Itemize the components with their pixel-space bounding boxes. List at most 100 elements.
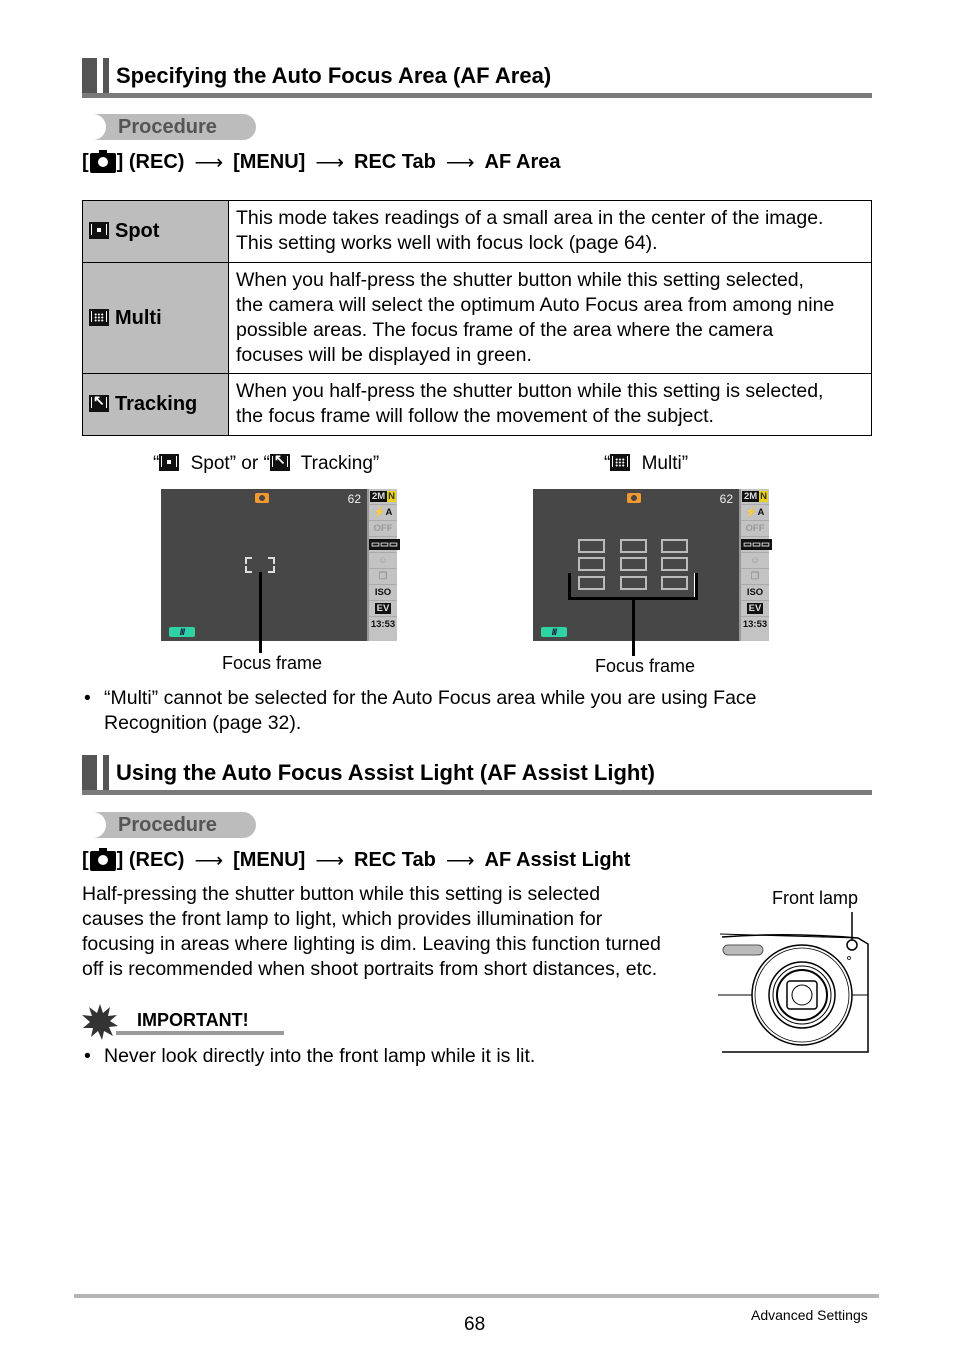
table-row: Spot This mode takes readings of a small…	[82, 200, 872, 263]
focus-area	[578, 557, 605, 571]
iso-icon: ISO	[741, 585, 769, 601]
camera-front-illustration	[718, 912, 869, 1053]
spot-focus-frame	[245, 557, 275, 573]
af-assist-description: Half-pressing the shutter button while t…	[82, 883, 661, 980]
focus-area	[620, 539, 647, 553]
spot-icon	[159, 454, 180, 471]
leader-line	[695, 573, 698, 600]
procedure-label: Procedure	[118, 814, 217, 836]
arrow-icon: ⟶	[445, 850, 475, 872]
caption-multi: “ Multi”	[604, 453, 689, 474]
flash-icon: ⚡A	[741, 505, 769, 521]
focus-area	[578, 576, 605, 590]
arrow-icon: ⟶	[315, 850, 344, 872]
focus-area	[661, 539, 688, 553]
path-step-menu: [MENU]	[233, 849, 306, 871]
option-description: When you half-press the shutter button w…	[228, 262, 872, 374]
section-title: Using the Auto Focus Assist Light (AF As…	[116, 760, 655, 785]
procedure-label: Procedure	[118, 116, 217, 138]
lcd-side-panel: 2MN ⚡A OFF A ▭▭▭ ☺ ❐ ISO EV 13:53	[367, 489, 400, 641]
focus-area	[661, 576, 688, 590]
procedure-badge: Procedure	[84, 812, 256, 838]
focus-area	[661, 557, 688, 571]
continuous-shoot-icon: ❐	[369, 569, 397, 585]
battery-icon: ///	[169, 627, 195, 637]
ev-icon: EV	[369, 601, 397, 617]
self-timer-off-icon: OFF A	[369, 521, 397, 549]
camera-mode-icon	[627, 493, 641, 503]
camera-icon	[89, 149, 116, 173]
option-description: This mode takes readings of a small area…	[228, 200, 872, 263]
camera-icon	[89, 847, 116, 871]
lcd-screen-multi: 62 /// 2MN ⚡A OFF A ▭▭▭ ☺ ❐ ISO EV 13:53	[533, 489, 772, 641]
flash-window	[722, 944, 764, 956]
image-size-icon: 2M N	[741, 489, 769, 505]
warning-burst-icon	[82, 1004, 118, 1040]
footer-rule	[74, 1294, 879, 1298]
section-title: Specifying the Auto Focus Area (AF Area)	[116, 63, 552, 88]
shots-remaining: 62	[719, 492, 733, 506]
path-step-menu: [MENU]	[233, 151, 306, 173]
footer-section-name: Advanced Settings	[751, 1307, 868, 1323]
menu-path: [ ] (REC) ⟶ [MENU] ⟶ REC Tab ⟶ AF Assist…	[82, 847, 631, 872]
arrow-icon: ⟶	[194, 850, 224, 872]
ev-icon: EV	[741, 601, 769, 617]
lcd-side-panel: 2MN ⚡A OFF A ▭▭▭ ☺ ❐ ISO EV 13:53	[739, 489, 772, 641]
procedure-badge: Procedure	[84, 114, 256, 140]
arrow-icon: ⟶	[194, 152, 224, 174]
clock-time: 13:53	[742, 619, 768, 630]
path-step-rec: ] (REC)	[116, 849, 185, 871]
important-label: IMPORTANT!	[137, 1010, 249, 1030]
front-lamp-icon	[846, 939, 858, 951]
page-number: 68	[464, 1314, 486, 1335]
arrow-icon: ⟶	[445, 152, 475, 174]
camera-mode-icon	[255, 493, 269, 503]
iso-icon: ISO	[369, 585, 397, 601]
heading-bar	[82, 58, 97, 98]
table-row: Multi When you half-press the shutter bu…	[82, 262, 872, 374]
focus-frame-label: Focus frame	[222, 653, 323, 673]
front-lamp-label: Front lamp	[772, 888, 859, 908]
focus-area	[620, 576, 647, 590]
option-multi: Multi	[82, 262, 229, 374]
focus-area	[620, 557, 647, 571]
heading-bar	[103, 58, 109, 98]
heading-rule	[82, 93, 872, 98]
spot-icon	[89, 222, 109, 239]
face-detect-icon: ☺	[741, 553, 769, 569]
menu-path: [ ] (REC) ⟶ [MENU] ⟶ REC Tab ⟶ AF Area	[82, 149, 561, 174]
flash-icon: ⚡A	[369, 505, 397, 521]
path-step-rec-tab: REC Tab	[354, 151, 436, 173]
path-step-af-area: AF Area	[484, 151, 561, 173]
section-heading-af-assist: Using the Auto Focus Assist Light (AF As…	[82, 755, 872, 795]
leader-line	[259, 572, 262, 653]
option-spot: Spot	[82, 200, 229, 263]
heading-rule	[82, 790, 872, 795]
leader-line	[632, 597, 635, 656]
tracking-icon	[89, 392, 109, 412]
self-timer-off-icon: OFF A	[741, 521, 769, 549]
heading-bar	[82, 755, 97, 795]
face-detect-icon: ☺	[369, 553, 397, 569]
leader-line	[568, 573, 571, 600]
option-tracking: Tracking	[82, 373, 229, 436]
lcd-screen-spot: 62 /// 2MN ⚡A OFF A ▭▭▭ ☺ ❐ ISO EV 13:53	[161, 489, 400, 641]
multi-icon	[610, 454, 631, 471]
image-size-icon: 2M N	[369, 489, 397, 505]
arrow-icon: ⟶	[315, 152, 344, 174]
path-step-rec: ] (REC)	[116, 151, 185, 173]
heading-bar	[103, 755, 109, 795]
path-step-af-assist: AF Assist Light	[484, 849, 631, 871]
tracking-icon	[269, 451, 290, 471]
shots-remaining: 62	[347, 492, 361, 506]
caption-spot-tracking: “ Spot” or “ Tracking”	[153, 451, 379, 475]
option-description: When you half-press the shutter button w…	[228, 373, 872, 436]
focus-frame-label: Focus frame	[595, 656, 696, 676]
battery-icon: ///	[541, 627, 567, 637]
continuous-shoot-icon: ❐	[741, 569, 769, 585]
clock-time: 13:53	[370, 619, 396, 630]
path-step-rec-tab: REC Tab	[354, 849, 436, 871]
focus-area	[578, 539, 605, 553]
af-area-icon: ▭▭▭	[741, 537, 772, 553]
af-area-table: Spot This mode takes readings of a small…	[82, 200, 872, 436]
